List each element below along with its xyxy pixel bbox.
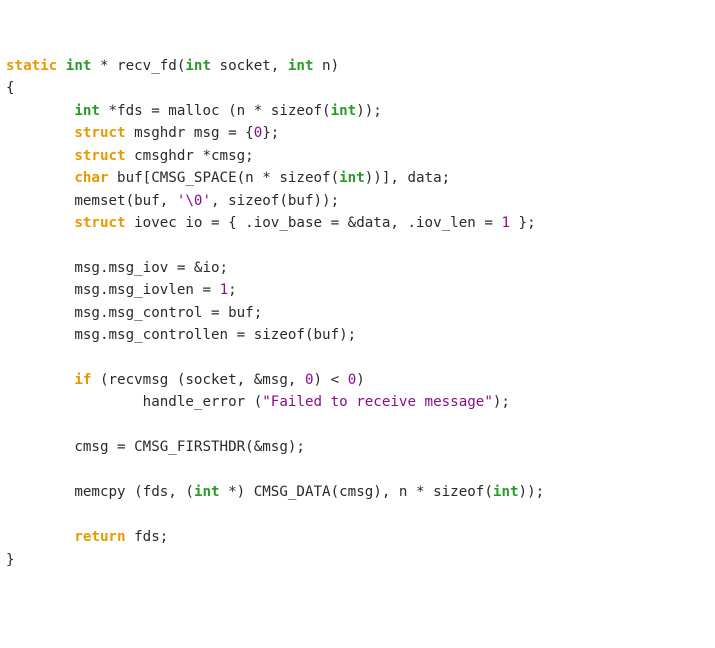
- code-text: , sizeof(buf));: [211, 193, 339, 209]
- code-text: n): [314, 58, 340, 74]
- code-text: ): [356, 372, 365, 388]
- keyword-struct: struct: [74, 148, 125, 164]
- code-text: msg.msg_controllen = sizeof(buf);: [74, 327, 356, 343]
- code-text: msghdr msg = {: [126, 125, 254, 141]
- code-text: msg.msg_iov = &io;: [74, 260, 228, 276]
- indent: [6, 193, 74, 209]
- indent: [6, 439, 74, 455]
- code-text: };: [510, 215, 536, 231]
- code-line: return fds;: [6, 529, 168, 545]
- code-text: *) CMSG_DATA(cmsg), n * sizeof(: [220, 484, 493, 500]
- type-int: int: [74, 103, 100, 119]
- indent: [6, 282, 74, 298]
- indent: [6, 148, 74, 164]
- code-text: iovec io = { .iov_base = &data, .iov_len…: [126, 215, 502, 231]
- code-line: memset(buf, '\0', sizeof(buf));: [6, 193, 339, 209]
- code-line: cmsg = CMSG_FIRSTHDR(&msg);: [6, 439, 305, 455]
- code-text: memcpy (fds, (: [74, 484, 194, 500]
- code-block: static int * recv_fd(int socket, int n) …: [6, 55, 709, 571]
- code-text: cmsg = CMSG_FIRSTHDR(&msg);: [74, 439, 305, 455]
- code-line: handle_error ("Failed to receive message…: [6, 394, 510, 410]
- code-line: msg.msg_iov = &io;: [6, 260, 228, 276]
- code-line: msg.msg_control = buf;: [6, 305, 262, 321]
- number-literal: 0: [348, 372, 357, 388]
- string-literal: "Failed to receive message": [262, 394, 493, 410]
- code-text: handle_error (: [143, 394, 263, 410]
- code-line: if (recvmsg (socket, &msg, 0) < 0): [6, 372, 365, 388]
- type-int: int: [288, 58, 314, 74]
- number-literal: 1: [220, 282, 229, 298]
- code-line: struct cmsghdr *cmsg;: [6, 148, 254, 164]
- type-int: int: [194, 484, 220, 500]
- indent: [6, 484, 74, 500]
- code-line: }: [6, 552, 15, 568]
- keyword-char: char: [74, 170, 108, 186]
- code-text: ))], data;: [365, 170, 450, 186]
- type-int: int: [185, 58, 211, 74]
- indent: [6, 529, 74, 545]
- code-text: cmsghdr *cmsg;: [126, 148, 254, 164]
- keyword-struct: struct: [74, 215, 125, 231]
- code-text: ) <: [314, 372, 348, 388]
- code-text: );: [493, 394, 510, 410]
- code-text: socket,: [211, 58, 288, 74]
- code-text: buf[CMSG_SPACE(n * sizeof(: [109, 170, 340, 186]
- keyword-if: if: [74, 372, 91, 388]
- type-int: int: [493, 484, 519, 500]
- code-text: memset(buf,: [74, 193, 177, 209]
- code-text: msg.msg_control = buf;: [74, 305, 262, 321]
- keyword-struct: struct: [74, 125, 125, 141]
- code-line: msg.msg_controllen = sizeof(buf);: [6, 327, 356, 343]
- code-text: fds;: [126, 529, 169, 545]
- code-text: ));: [356, 103, 382, 119]
- code-text: ));: [519, 484, 545, 500]
- number-literal: 1: [501, 215, 510, 231]
- code-text: *fds = malloc (n * sizeof(: [100, 103, 331, 119]
- indent: [6, 394, 143, 410]
- type-int: int: [339, 170, 365, 186]
- code-line: int *fds = malloc (n * sizeof(int));: [6, 103, 382, 119]
- type-int: int: [331, 103, 357, 119]
- code-text: ;: [228, 282, 237, 298]
- code-line: char buf[CMSG_SPACE(n * sizeof(int))], d…: [6, 170, 450, 186]
- code-line: {: [6, 80, 15, 96]
- code-text: (recvmsg (socket, &msg,: [91, 372, 305, 388]
- code-line: static int * recv_fd(int socket, int n): [6, 58, 339, 74]
- code-line: struct msghdr msg = {0};: [6, 125, 279, 141]
- keyword-return: return: [74, 529, 125, 545]
- char-literal: '\0': [177, 193, 211, 209]
- indent: [6, 372, 74, 388]
- keyword-static: static: [6, 58, 57, 74]
- indent: [6, 260, 74, 276]
- indent: [6, 125, 74, 141]
- code-line: memcpy (fds, (int *) CMSG_DATA(cmsg), n …: [6, 484, 544, 500]
- code-text: };: [262, 125, 279, 141]
- indent: [6, 215, 74, 231]
- code-line: msg.msg_iovlen = 1;: [6, 282, 237, 298]
- indent: [6, 103, 74, 119]
- type-int: int: [66, 58, 92, 74]
- code-text: * recv_fd(: [91, 58, 185, 74]
- indent: [6, 305, 74, 321]
- indent: [6, 327, 74, 343]
- number-literal: 0: [254, 125, 263, 141]
- number-literal: 0: [305, 372, 314, 388]
- indent: [6, 170, 74, 186]
- code-text: msg.msg_iovlen =: [74, 282, 219, 298]
- code-line: struct iovec io = { .iov_base = &data, .…: [6, 215, 536, 231]
